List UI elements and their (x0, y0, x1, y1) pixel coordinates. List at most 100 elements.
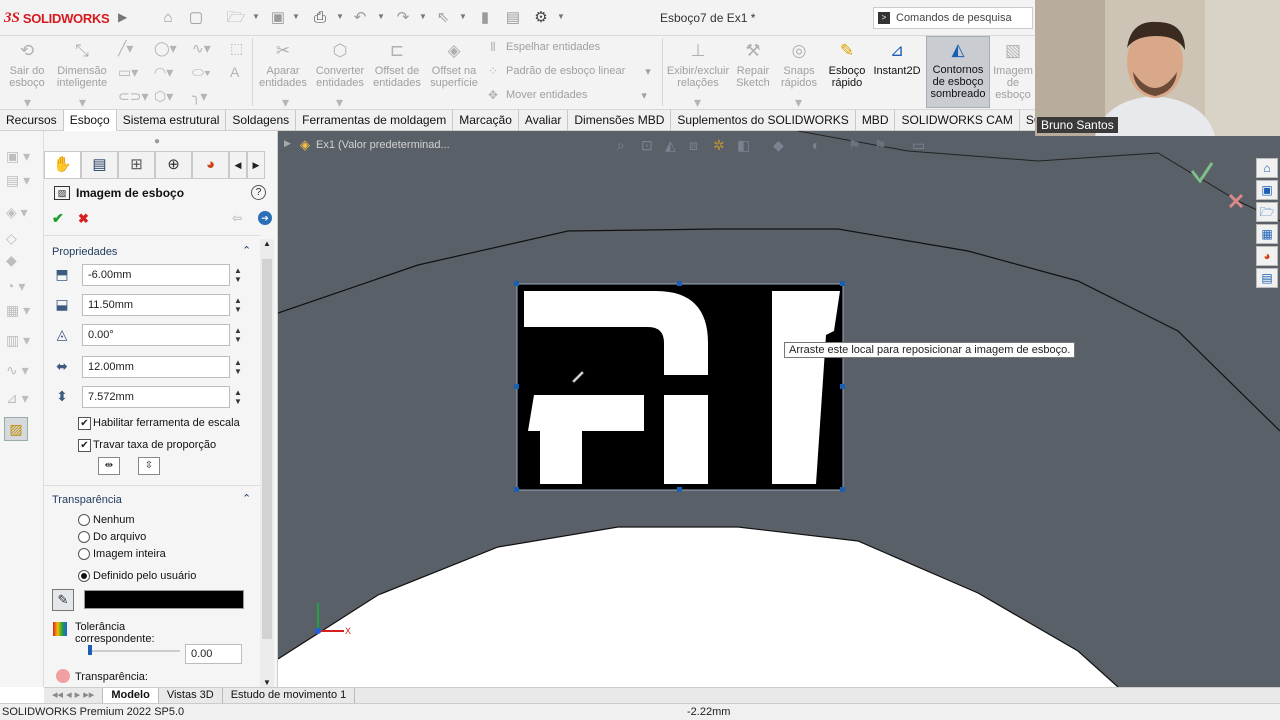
chevron-down-icon[interactable]: ▼ (377, 12, 385, 21)
spinner-angle[interactable]: ▲ ▼ (233, 326, 243, 344)
tolerance-slider-thumb[interactable] (88, 645, 92, 655)
smart-dimension-button[interactable]: ⤡ Dimensão inteligente (54, 38, 110, 89)
mirror-entities-button[interactable]: ⫴ Espelhar entidades (486, 40, 600, 54)
cancel-x-icon[interactable]: ✖ (78, 211, 89, 227)
exit-sketch-button[interactable]: ⟲ Sair do esboço (4, 38, 50, 89)
radio-imagem-inteira[interactable] (78, 548, 90, 560)
spinner-height[interactable]: ▲ ▼ (233, 388, 243, 406)
rectangle-tool-icon[interactable]: ▭▾ (118, 64, 138, 81)
chevron-down-icon[interactable]: ▾ (336, 94, 343, 111)
resize-handle[interactable] (514, 281, 519, 286)
chevron-down-icon[interactable]: ▾ (641, 89, 647, 102)
chevron-down-icon[interactable]: ▼ (336, 12, 344, 21)
text-tool-icon[interactable]: A (230, 64, 239, 80)
linear-pattern-button[interactable]: ⁘ Padrão de esboço linear ▾ (486, 64, 651, 78)
help-icon[interactable]: ? (251, 185, 266, 200)
new-document-icon[interactable]: ▢ (186, 8, 206, 28)
point-tool-icon[interactable]: ⬚ (230, 40, 243, 57)
resize-handle[interactable] (840, 487, 845, 492)
sketch-picture-button[interactable]: ▧ Imagem de esboço (992, 38, 1034, 101)
rib-icon[interactable]: ▥ ▾ (6, 329, 36, 351)
display-style-icon[interactable]: ◧ (737, 137, 750, 154)
flip-vertical-icon[interactable]: ⇳ (138, 457, 160, 475)
chevron-down-icon[interactable]: ▼ (252, 12, 260, 21)
trim-entities-button[interactable]: ✂ Aparar entidades (256, 38, 310, 89)
display-delete-relations-button[interactable]: ⊥ Exibir/excluir relações (666, 38, 730, 89)
loft-icon[interactable]: ◇ (6, 227, 36, 249)
radio-nenhum[interactable] (78, 514, 90, 526)
resize-handle[interactable] (840, 281, 845, 286)
file-explorer-icon[interactable]: 🗁 (1256, 202, 1278, 222)
spinner-width[interactable]: ▲ ▼ (233, 358, 243, 376)
arc-tool-icon[interactable]: ◠▾ (154, 64, 173, 81)
tab-dimensoes-mbd[interactable]: Dimensões MBD (568, 110, 672, 131)
position-y-input[interactable]: 11.50mm (82, 294, 230, 316)
circle-tool-icon[interactable]: ◯▾ (154, 40, 177, 57)
eyedropper-icon[interactable]: ✎ (52, 589, 74, 611)
home-icon[interactable]: ⌂ (1256, 158, 1278, 178)
next-arrow-icon[interactable]: ➔ (258, 211, 272, 225)
tab-scroll-left[interactable]: ◀ (229, 151, 247, 179)
print-icon[interactable]: ⎙ (310, 8, 330, 28)
chevron-down-icon[interactable]: ▾ (24, 94, 31, 111)
select-pointer-icon[interactable]: ⇖ (433, 8, 453, 28)
tab-scroll-right[interactable]: ▶ (247, 151, 265, 179)
enable-scale-checkbox[interactable]: ✔ (78, 417, 91, 430)
tab-mbd[interactable]: MBD (856, 110, 896, 131)
boundary-icon[interactable]: ◆ (6, 249, 36, 271)
offset-entities-button[interactable]: ⊏ Offset de entidades (370, 38, 424, 89)
rebuild-icon[interactable]: ▮ (475, 8, 495, 28)
pm-scrollbar-thumb[interactable] (262, 259, 272, 639)
file-properties-icon[interactable]: ▤ (503, 8, 523, 28)
spinner-x[interactable]: ▲ ▼ (233, 266, 243, 284)
view-orientation-icon[interactable]: ✲ (713, 137, 725, 154)
resize-handle[interactable] (677, 281, 682, 286)
home-icon[interactable]: ⌂ (158, 8, 178, 28)
chevron-down-icon[interactable]: ▾ (282, 94, 289, 111)
tab-soldagens[interactable]: Soldagens (226, 110, 297, 131)
tab-dimxpert-manager[interactable]: ⊕ (155, 151, 192, 179)
spline-tool-icon[interactable]: ∿▾ (192, 40, 211, 57)
tab-configuration-manager[interactable]: ⊞ (118, 151, 155, 179)
chevron-down-icon[interactable]: ▾ (694, 94, 701, 111)
splitter-handle[interactable]: ● (154, 136, 160, 147)
hide-show-icon[interactable]: ◆ (773, 137, 784, 154)
redo-icon[interactable]: ↷ (393, 8, 413, 28)
tab-feature-manager[interactable]: ✋ (44, 151, 81, 179)
flyout-expand-icon[interactable]: ▶ (284, 138, 291, 149)
tab-avaliar[interactable]: Avaliar (519, 110, 569, 131)
scroll-up-icon[interactable]: ▲ (263, 239, 271, 248)
curves-icon[interactable]: ∿ ▾ (6, 359, 36, 381)
fillet-icon[interactable]: ◔ ▾ (6, 275, 36, 297)
height-input[interactable]: 7.572mm (82, 386, 230, 408)
ok-check-icon[interactable]: ✔ (52, 210, 64, 227)
offset-surface-button[interactable]: ◈ Offset na superfície (426, 38, 482, 89)
solidworks-logo[interactable]: 3S SOLIDWORKS (4, 7, 110, 29)
tab-sistema-estrutural[interactable]: Sistema estrutural (117, 110, 227, 131)
radio-definido-pelo-usuario[interactable] (78, 570, 90, 582)
appearances-icon[interactable]: ◕ (1256, 246, 1278, 266)
revolve-icon[interactable]: ▤ ▾ (6, 169, 36, 191)
collapse-chevron-icon[interactable]: ⌃ (242, 492, 251, 505)
tab-recursos[interactable]: Recursos (0, 110, 64, 131)
line-tool-icon[interactable]: ╱▾ (118, 40, 133, 57)
tab-nav-arrows[interactable]: ◂◂ ◂ ▸ ▸▸ (44, 688, 104, 703)
repair-sketch-button[interactable]: ⚒ Repair Sketch (732, 38, 774, 89)
search-commands-input[interactable]: > Comandos de pesquisa (873, 7, 1033, 29)
collapse-chevron-icon[interactable]: ⌃ (242, 244, 251, 257)
chevron-down-icon[interactable]: ▼ (419, 12, 427, 21)
fillet-tool-icon[interactable]: ╮▾ (192, 88, 207, 105)
quick-snaps-button[interactable]: ◎ Snaps rápidos (778, 38, 820, 89)
sweep-icon[interactable]: ◈ ▾ (6, 201, 36, 223)
width-input[interactable]: 12.00mm (82, 356, 230, 378)
tab-marcacao[interactable]: Marcação (453, 110, 519, 131)
graphics-viewport[interactable]: X (278, 131, 1280, 687)
pm-scrollbar[interactable]: ▲ ▼ (260, 239, 274, 687)
slot-tool-icon[interactable]: ⊂⊃▾ (118, 88, 149, 105)
tab-display-manager[interactable]: ◕ (192, 151, 229, 179)
resize-handle[interactable] (514, 487, 519, 492)
sketch-picture[interactable] (514, 281, 845, 492)
polygon-tool-icon[interactable]: ⬡▾ (154, 88, 173, 105)
zoom-area-icon[interactable]: ⊡ (641, 137, 653, 154)
flip-horizontal-icon[interactable]: ⇹ (98, 457, 120, 475)
